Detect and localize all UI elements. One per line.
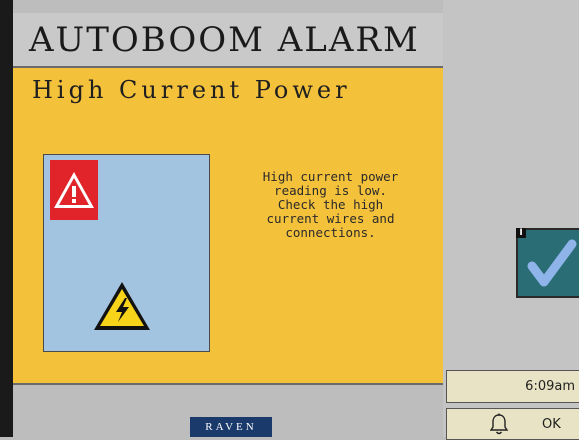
clock-time: 6:09am <box>525 379 575 394</box>
clock-display: 6:09am <box>446 370 579 403</box>
bell-icon <box>489 413 509 435</box>
alarm-screen: AUTOBOOM ALARM High Current Power High c… <box>0 0 579 440</box>
ok-label: OK <box>542 417 561 432</box>
screen-border <box>0 0 13 437</box>
raven-logo: RAVEN <box>190 417 272 437</box>
electrical-hazard-icon <box>92 280 152 332</box>
bottom-bar: RAVEN <box>13 385 443 437</box>
accept-button[interactable] <box>516 228 579 298</box>
ok-button[interactable]: OK <box>446 408 579 440</box>
alarm-panel: High Current Power High current power re… <box>13 68 443 385</box>
alarm-title: AUTOBOOM ALARM <box>29 19 420 60</box>
title-bar: AUTOBOOM ALARM <box>13 13 443 68</box>
warning-triangle-icon <box>50 160 98 220</box>
alarm-message: High current power reading is low. Check… <box>262 169 399 240</box>
info-badge: I <box>516 228 526 238</box>
alarm-subtitle: High Current Power <box>32 76 351 104</box>
checkmark-icon <box>527 239 577 287</box>
alarm-illustration <box>43 154 210 352</box>
